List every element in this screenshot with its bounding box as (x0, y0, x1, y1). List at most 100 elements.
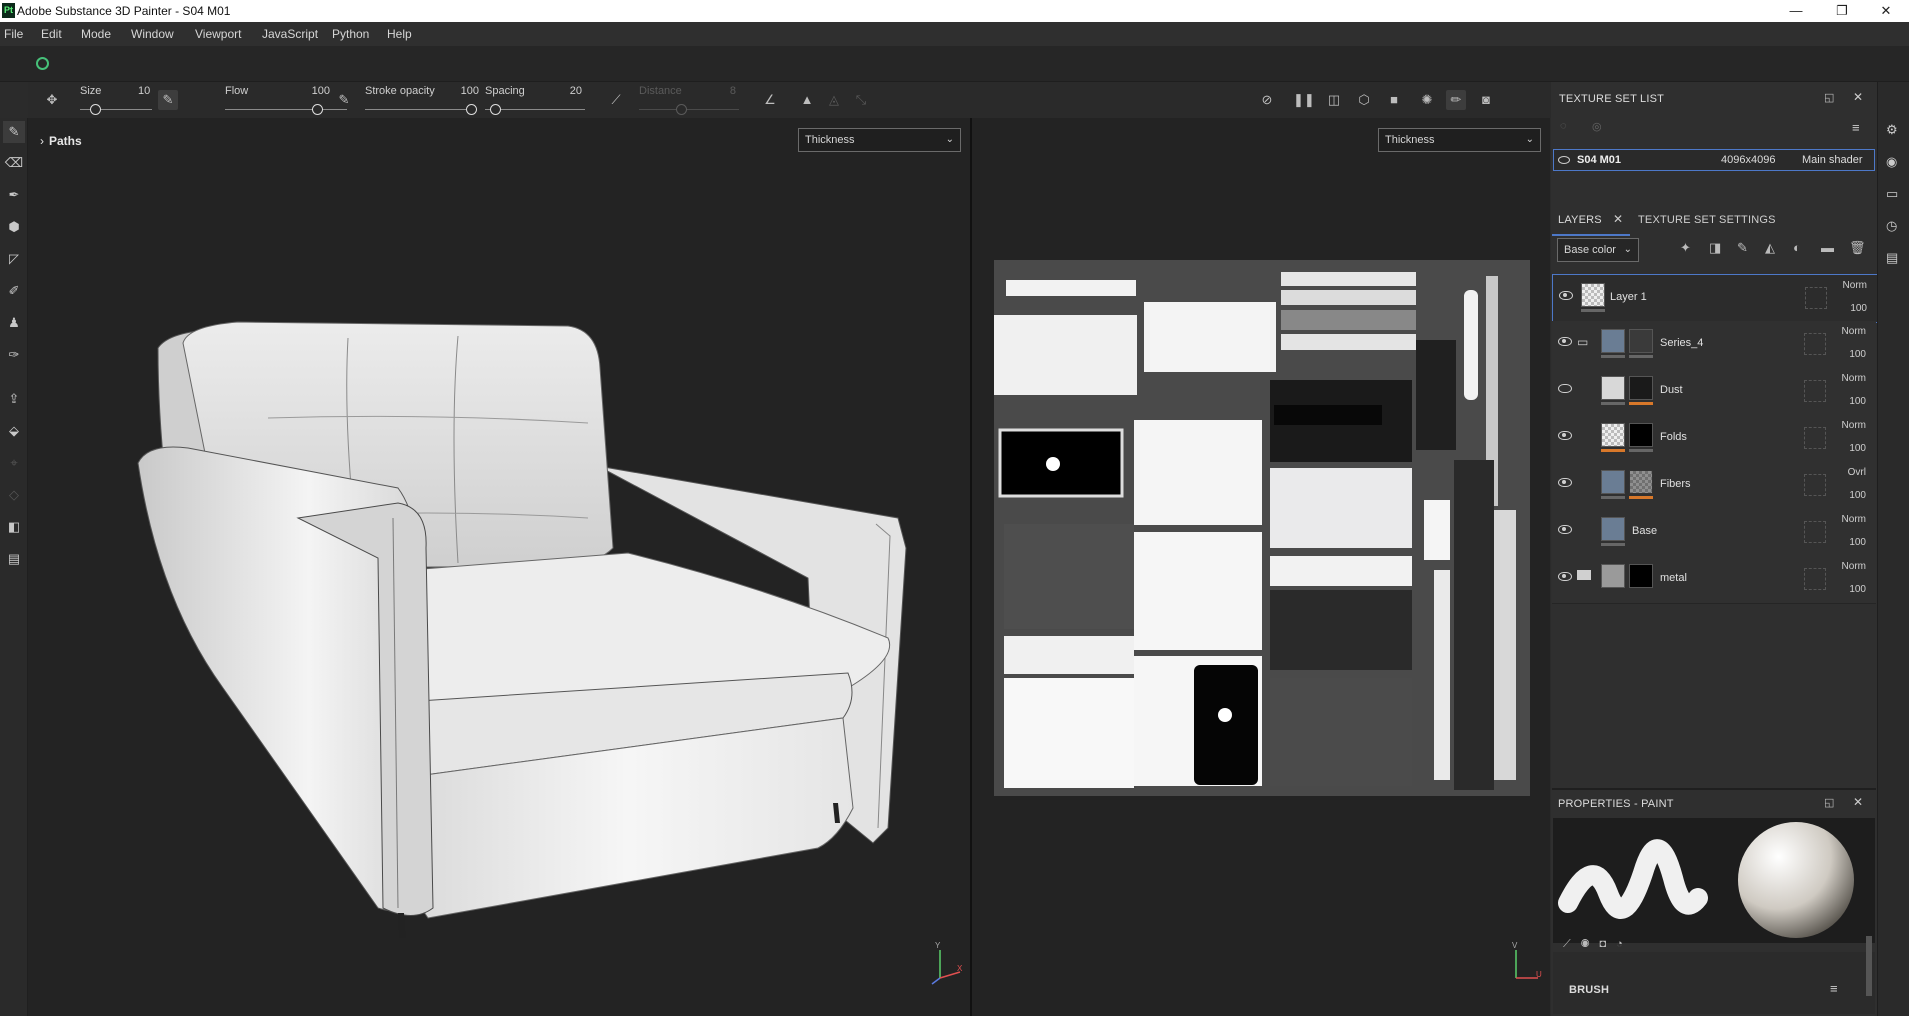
menu-javascript[interactable]: JavaScript (262, 27, 318, 41)
channel-select-2d[interactable]: Thickness ⌄ (1378, 128, 1541, 152)
menu-window[interactable]: Window (131, 27, 174, 41)
folder-open-icon[interactable]: ▭ (1577, 335, 1588, 349)
folder-icon[interactable] (1577, 570, 1591, 580)
add-mask-icon[interactable]: ◨ (1709, 240, 1721, 256)
visibility-off-eye-icon[interactable] (1558, 384, 1572, 393)
geometry-fill-icon[interactable]: ⬢ (3, 216, 25, 238)
symmetry-icon[interactable]: ▲ (797, 90, 817, 110)
layer-name[interactable]: Base (1632, 525, 1657, 537)
flow-value[interactable]: 100 (306, 85, 330, 97)
visibility-eye-icon[interactable] (1558, 572, 1572, 581)
close-panel-icon[interactable]: ✕ (1853, 795, 1863, 809)
uv-icon[interactable]: ⬙ (3, 420, 25, 442)
viewport-3d[interactable]: › Paths Thickness ⌄ Y X (28, 118, 971, 1016)
smudge-icon[interactable]: ✐ (3, 280, 25, 302)
layer-row[interactable]: metal Norm 100 (1552, 556, 1876, 604)
pause-icon[interactable]: ❚❚ (1293, 90, 1315, 110)
export-icon[interactable]: ▤ (3, 548, 25, 570)
layer-name[interactable]: metal (1660, 572, 1687, 584)
menu-python[interactable]: Python (332, 27, 369, 41)
spacing-value[interactable]: 20 (566, 85, 582, 97)
tab-close-icon[interactable]: ✕ (1613, 212, 1623, 226)
layer-name[interactable]: Folds (1660, 431, 1687, 443)
layer-opacity[interactable]: 100 (1849, 537, 1866, 548)
menu-edit[interactable]: Edit (41, 27, 62, 41)
brush-menu-icon[interactable]: ≡ (1830, 981, 1838, 996)
display-settings-icon[interactable]: ▭ (1886, 186, 1898, 202)
close-window-button[interactable]: ✕ (1866, 0, 1906, 22)
menu-help[interactable]: Help (387, 27, 412, 41)
mask-slot[interactable] (1804, 333, 1826, 355)
panel-divider[interactable] (1552, 788, 1876, 790)
hide-overlay-icon[interactable]: ⊘ (1257, 90, 1277, 110)
scrollbar[interactable] (1866, 936, 1872, 996)
paths-toggle[interactable]: › Paths (40, 134, 190, 152)
visibility-eye-icon[interactable] (1558, 525, 1572, 534)
visibility-eye-icon[interactable] (1558, 156, 1570, 164)
viewport-2d[interactable]: Thickness ⌄ V U (972, 118, 1550, 1016)
layer-opacity[interactable]: 100 (1849, 490, 1866, 501)
camera-icon[interactable]: ■ (1384, 90, 1404, 110)
layer-opacity[interactable]: 100 (1849, 443, 1866, 454)
angle-icon[interactable]: ∠ (760, 90, 780, 110)
layer-name[interactable]: Dust (1660, 384, 1683, 396)
layer-row[interactable]: Folds Norm 100 (1552, 415, 1876, 463)
size-value[interactable]: 10 (138, 85, 150, 97)
mask-slot[interactable] (1804, 427, 1826, 449)
mask-slot[interactable] (1804, 380, 1826, 402)
visibility-eye-icon[interactable] (1558, 431, 1572, 440)
effects-icon[interactable]: ✺ (1417, 90, 1437, 110)
blend-mode[interactable]: Norm (1842, 514, 1866, 525)
flow-pressure-icon[interactable]: ✎ (334, 90, 354, 110)
clone-stamp-icon[interactable]: ♟ (3, 312, 25, 334)
layer-row[interactable]: ▭ Series_4 Norm 100 (1552, 321, 1876, 369)
lazy-mouse-icon[interactable]: ⟋ (606, 90, 626, 110)
layer-name[interactable]: Series_4 (1660, 337, 1703, 349)
stroke-opacity-value[interactable]: 100 (455, 85, 479, 97)
menu-file[interactable]: File (4, 27, 23, 41)
visibility-eye-icon[interactable] (1558, 337, 1572, 346)
shelf-icon[interactable]: ◉ (1886, 154, 1897, 170)
visibility-eye-icon[interactable] (1558, 478, 1572, 487)
blend-mode[interactable]: Norm (1842, 326, 1866, 337)
brush-tabs[interactable]: ⟋◉◘◔ (1563, 938, 1633, 951)
channel-select-layers[interactable]: Base color ⌄ (1557, 238, 1639, 262)
mask-slot[interactable] (1804, 568, 1826, 590)
add-fill-layer-icon[interactable]: ◭ (1765, 240, 1775, 256)
undock-icon[interactable]: ◱ (1824, 91, 1834, 104)
stroke-opacity-slider[interactable] (365, 109, 477, 110)
paint-mode-icon[interactable]: ✏ (1446, 90, 1466, 110)
blend-mode[interactable]: Ovrl (1848, 467, 1866, 478)
color-picker-icon[interactable]: ✑ (3, 344, 25, 366)
layer-name[interactable]: Layer 1 (1610, 291, 1647, 303)
layer-row[interactable]: Fibers Ovrl 100 (1552, 462, 1876, 510)
mask-slot[interactable] (1804, 474, 1826, 496)
history-icon[interactable]: ◷ (1886, 218, 1897, 234)
add-smart-material-icon[interactable]: ◐ (1793, 240, 1801, 255)
layer-row[interactable]: Dust Norm 100 (1552, 368, 1876, 416)
menu-mode[interactable]: Mode (81, 27, 111, 41)
screenshot-icon[interactable]: ◙ (1476, 90, 1496, 110)
flow-slider-knob[interactable] (312, 104, 323, 115)
tab-texture-set-settings[interactable]: TEXTURE SET SETTINGS (1638, 214, 1776, 226)
polygon-fill-icon[interactable]: ◸ (3, 248, 25, 270)
log-icon[interactable]: ▤ (1886, 250, 1898, 266)
maximize-button[interactable]: ❐ (1822, 0, 1862, 22)
undock-icon[interactable]: ◱ (1824, 796, 1834, 809)
layer-row[interactable]: Base Norm 100 (1552, 509, 1876, 557)
tab-layers[interactable]: LAYERS ✕ (1552, 206, 1630, 236)
split-view-icon[interactable]: ◫ (1324, 90, 1344, 110)
blend-mode[interactable]: Norm (1843, 280, 1867, 291)
brush-preset-icon[interactable]: ✥ (42, 90, 62, 110)
pen-pressure-icon[interactable]: ✎ (158, 90, 178, 110)
3d-view-cube-icon[interactable]: ⬡ (1354, 90, 1374, 110)
visibility-eye-icon[interactable] (1559, 291, 1573, 300)
flow-slider[interactable] (225, 109, 347, 110)
eraser-icon[interactable]: ⌫ (3, 152, 25, 174)
menu-viewport[interactable]: Viewport (195, 27, 241, 41)
projection-icon[interactable]: ✒ (3, 184, 25, 206)
bake-icon[interactable]: ⇪ (3, 388, 25, 410)
size-slider-knob[interactable] (90, 104, 101, 115)
mask-slot[interactable] (1804, 521, 1826, 543)
delete-layer-icon[interactable]: 🗑 (1849, 240, 1866, 256)
